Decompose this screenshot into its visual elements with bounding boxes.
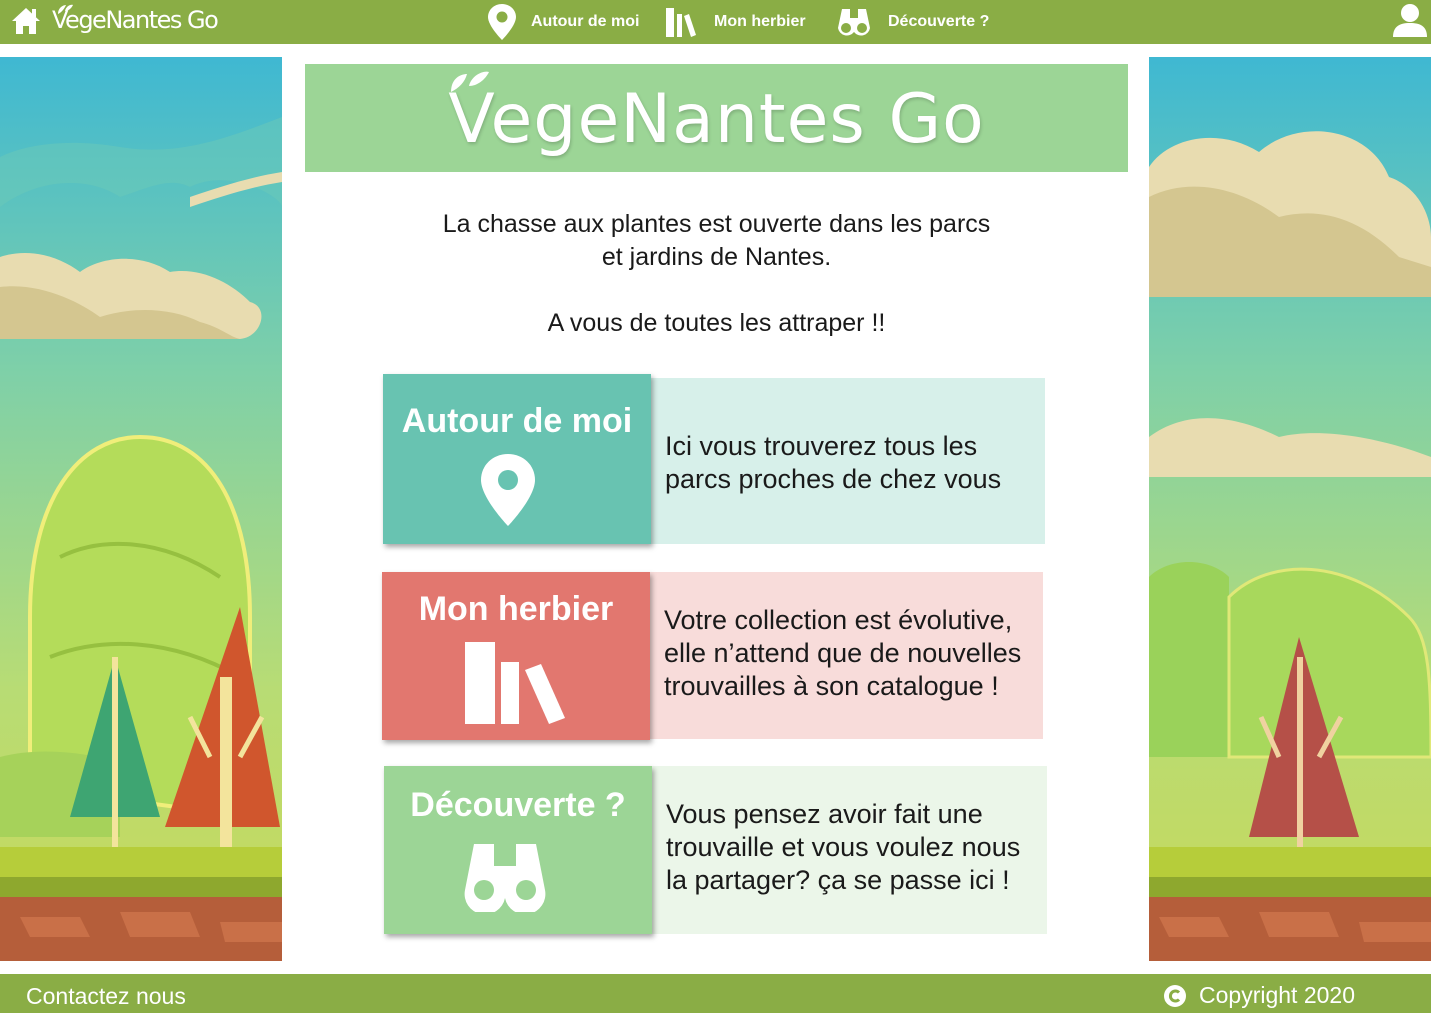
logo-banner: VegeNantes Go [305, 64, 1128, 172]
desc-line: parcs proches de chez vous [665, 464, 1002, 494]
map-pin-icon [488, 4, 516, 40]
desc-line: trouvailles à son catalogue ! [664, 671, 999, 701]
desc-line: Vous pensez avoir fait une [666, 799, 983, 829]
copyright-text: Copyright 2020 [1199, 982, 1355, 1008]
intro-line: et jardins de Nantes. [601, 243, 832, 271]
intro-text: La chasse aux plantes est ouverte dans l… [305, 208, 1128, 340]
copyright-icon [1164, 984, 1186, 1007]
footer-bar: Contactez nous Copyright 2020 [0, 974, 1431, 1013]
card-description: Votre collection est évolutive, elle n’a… [650, 572, 1043, 739]
nav-mon-herbier[interactable]: Mon herbier [665, 0, 806, 44]
copyright: Copyright 2020 [1163, 982, 1355, 1009]
top-navigation-bar: VegeNantes Go Autour de moi Mon herbier … [0, 0, 1431, 44]
mon-herbier-button[interactable]: Mon herbier [382, 572, 650, 740]
desc-line: Votre collection est évolutive, [664, 605, 1013, 635]
intro-line: A vous de toutes les attraper !! [547, 309, 886, 337]
nav-label: Autour de moi [531, 13, 640, 30]
intro-line: La chasse aux plantes est ouverte dans l… [442, 210, 991, 238]
desc-line: trouvaille et vous voulez nous [666, 832, 1021, 862]
books-icon [666, 8, 696, 37]
card-title: Découverte ? [410, 786, 626, 824]
nav-autour-de-moi[interactable]: Autour de moi [487, 0, 639, 44]
decouverte-button[interactable]: Découverte ? [384, 766, 652, 934]
card-description: Ici vous trouverez tous les parcs proche… [651, 378, 1045, 544]
nav-decouverte[interactable]: Découverte ? [837, 0, 989, 44]
nav-label: Mon herbier [714, 13, 806, 30]
desc-line: elle n’attend que de nouvelles [664, 638, 1022, 668]
desc-line: la partager? ça se passe ici ! [666, 865, 1010, 895]
card-title: Mon herbier [418, 590, 614, 628]
contact-link[interactable]: Contactez nous [26, 983, 186, 1010]
logo-title: VegeNantes Go [448, 80, 985, 159]
left-landscape-illustration [0, 57, 282, 961]
card-title: Autour de moi [401, 402, 633, 440]
right-landscape-illustration [1149, 57, 1431, 961]
binoculars-icon [464, 844, 546, 912]
nav-label: Découverte ? [888, 13, 990, 30]
binoculars-icon [838, 9, 870, 36]
books-icon [465, 642, 565, 724]
home-icon[interactable] [10, 6, 42, 36]
autour-de-moi-button[interactable]: Autour de moi [383, 374, 651, 544]
card-description: Vous pensez avoir fait une trouvaille et… [652, 766, 1047, 934]
user-profile-icon[interactable] [1391, 2, 1429, 38]
brand-name[interactable]: VegeNantes Go [52, 6, 219, 34]
map-pin-icon [481, 454, 535, 526]
desc-line: Ici vous trouverez tous les [665, 431, 978, 461]
